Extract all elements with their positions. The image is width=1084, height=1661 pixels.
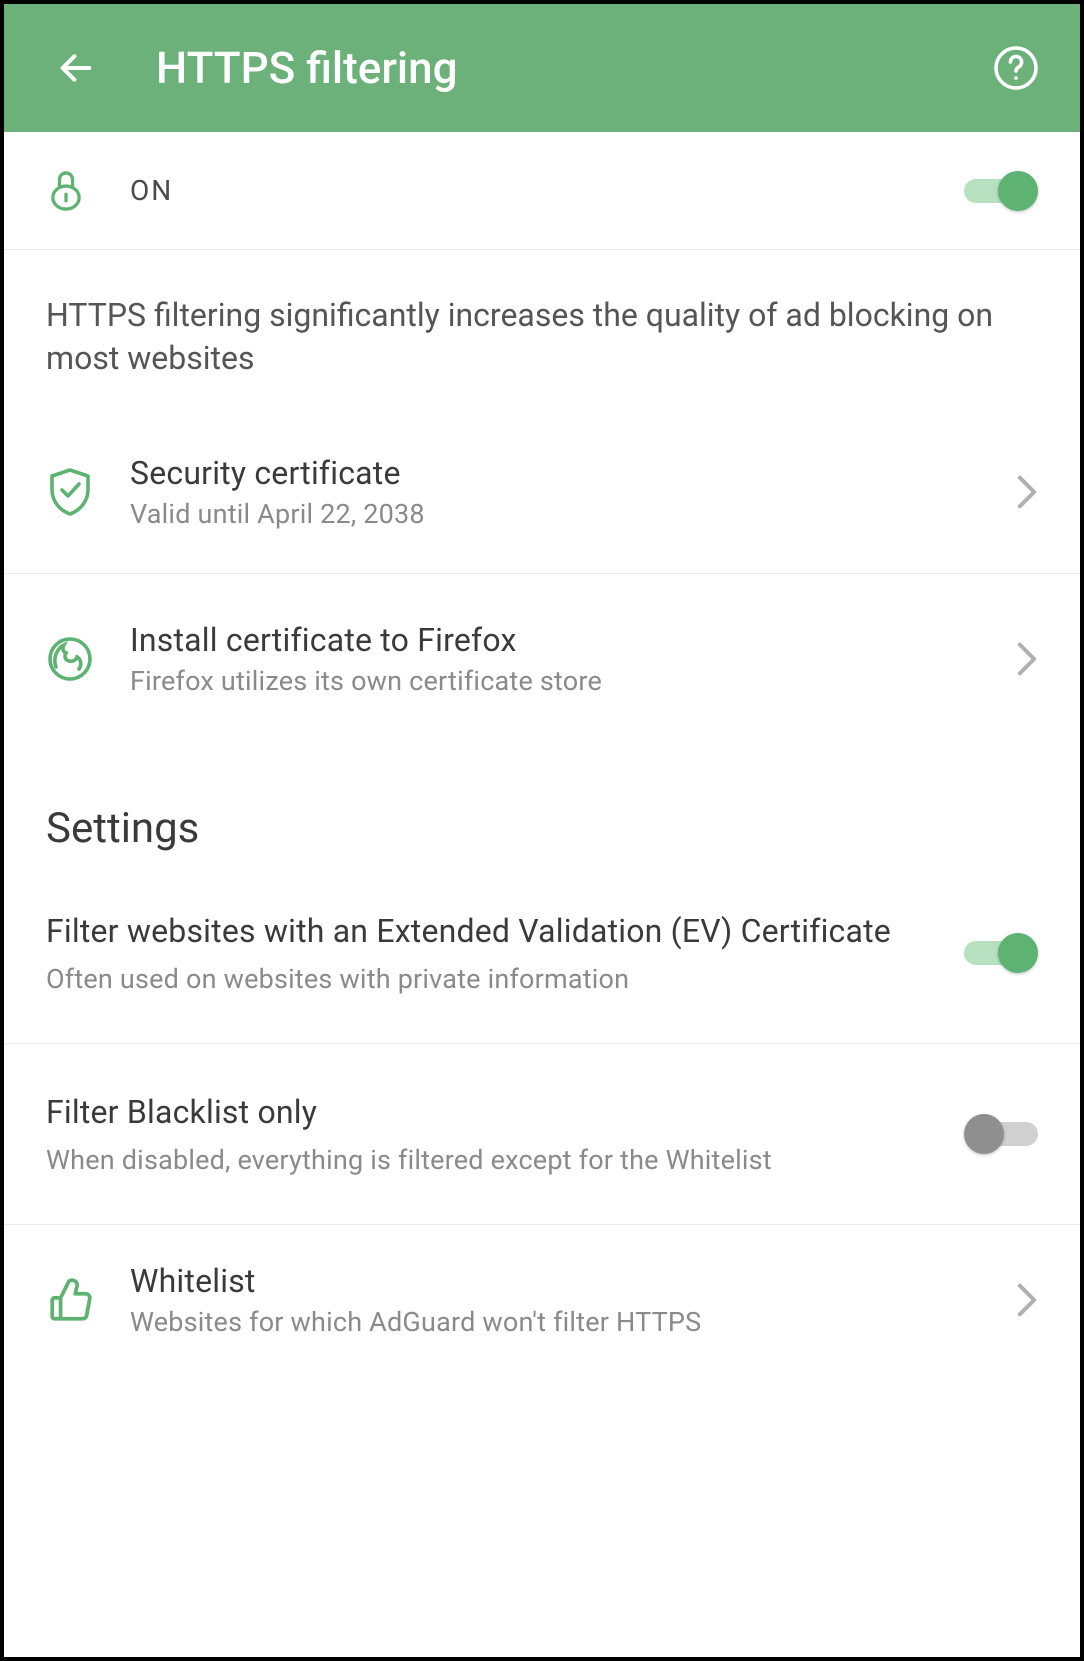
blacklist-subtitle: When disabled, everything is filtered ex… [46,1144,938,1176]
thumbs-up-icon [46,1275,96,1325]
status-label: ON [130,174,958,207]
firefox-title: Install certificate to Firefox [130,621,958,659]
whitelist-title: Whitelist [130,1262,958,1300]
help-circle-icon [992,44,1040,92]
shield-check-icon [46,466,94,518]
certificate-title: Security certificate [130,454,958,492]
certificate-subtitle: Valid until April 22, 2038 [130,498,958,530]
ev-filter-row[interactable]: Filter websites with an Extended Validat… [4,863,1080,1044]
page-title: HTTPS filtering [156,42,992,94]
ev-subtitle: Often used on websites with private info… [46,963,938,995]
blacklist-title: Filter Blacklist only [46,1092,938,1134]
description-row: HTTPS filtering significantly increases … [4,250,1080,410]
arrow-left-icon [56,48,96,88]
whitelist-row[interactable]: Whitelist Websites for which AdGuard won… [4,1225,1080,1375]
app-header: HTTPS filtering [4,4,1080,132]
status-row[interactable]: ON [4,132,1080,250]
firefox-subtitle: Firefox utilizes its own certificate sto… [130,665,958,697]
settings-header: Settings [46,804,1038,853]
chevron-right-icon [1016,474,1038,510]
blacklist-toggle[interactable] [964,1114,1038,1154]
status-toggle[interactable] [964,171,1038,211]
ev-title: Filter websites with an Extended Validat… [46,911,938,953]
chevron-right-icon [1016,641,1038,677]
install-firefox-row[interactable]: Install certificate to Firefox Firefox u… [4,574,1080,744]
back-button[interactable] [52,44,100,92]
help-button[interactable] [992,44,1040,92]
firefox-icon [46,635,94,683]
whitelist-subtitle: Websites for which AdGuard won't filter … [130,1306,958,1338]
description-text: HTTPS filtering significantly increases … [46,294,1038,380]
settings-header-row: Settings [4,744,1080,863]
chevron-right-icon [1016,1282,1038,1318]
security-certificate-row[interactable]: Security certificate Valid until April 2… [4,410,1080,574]
blacklist-row[interactable]: Filter Blacklist only When disabled, eve… [4,1044,1080,1225]
ev-toggle[interactable] [964,933,1038,973]
lock-icon [46,168,86,214]
